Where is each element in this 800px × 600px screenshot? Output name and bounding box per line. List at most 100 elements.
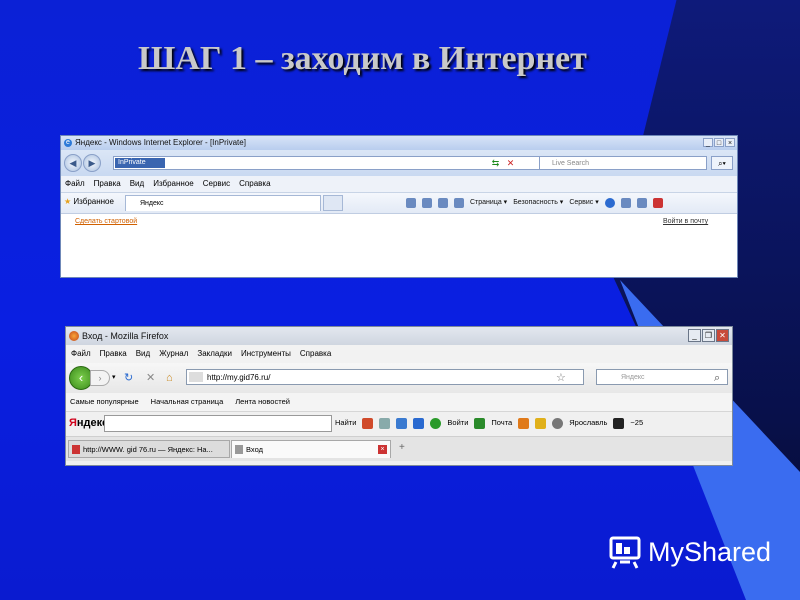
tab-login-label: Вход (246, 445, 263, 454)
ie-titlebar: e Яндекс - Windows Internet Explorer - [… (61, 136, 737, 150)
refresh-icon[interactable]: ⇆ (489, 156, 502, 170)
translate-icon[interactable] (413, 417, 425, 429)
yandex-tools: Найти Войти Почта Ярославль −25 (335, 416, 643, 430)
ff-bookmarks-toolbar: Самые популярные Начальная страница Лент… (66, 393, 732, 412)
maximize-icon[interactable]: □ (714, 138, 724, 147)
ie-menu-bar: Файл Правка Вид Избранное Сервис Справка (61, 176, 737, 193)
feeds-icon[interactable] (422, 198, 432, 208)
minimize-icon[interactable]: _ (688, 329, 701, 342)
tab-gid76[interactable]: http://WWW. gid 76.ru — Яндекс: На... (68, 440, 230, 458)
login-mail-link[interactable]: Войти в почту (663, 218, 708, 225)
close-icon[interactable]: × (725, 138, 735, 147)
ff-search-input[interactable]: Яндекс (596, 369, 728, 385)
watermark-text: MyShared (648, 536, 772, 567)
search-icon[interactable]: ⌕▾ (711, 156, 733, 170)
yandex-logo[interactable]: Яндекс (69, 417, 108, 429)
bookmark-most-visited[interactable]: Самые популярные (70, 393, 139, 411)
cmd-page[interactable]: Страница ▾ (470, 196, 507, 210)
yandex-mail-button[interactable]: Почта (491, 416, 512, 430)
menu-edit[interactable]: Правка (94, 176, 121, 192)
yandex-login-button[interactable]: Войти (447, 416, 468, 430)
bookmarks-star-icon[interactable] (535, 417, 547, 429)
menu-history[interactable]: Журнал (159, 345, 188, 363)
ff-tab-strip: http://WWW. gid 76.ru — Яндекс: На... Вх… (66, 437, 732, 461)
cmd-safety[interactable]: Безопасность ▾ (513, 196, 563, 210)
highlight-icon[interactable] (362, 417, 374, 429)
chat-icon[interactable] (379, 417, 391, 429)
check-icon[interactable] (396, 417, 408, 429)
ie-logo-icon: e (64, 139, 72, 147)
menu-view[interactable]: Вид (136, 345, 150, 363)
ff-window-title: Вход - Mozilla Firefox (82, 331, 169, 341)
ie-search-input[interactable]: Live Search (539, 156, 707, 170)
firefox-window: Вход - Mozilla Firefox _ ❐ ✕ Файл Правка… (65, 326, 733, 466)
menu-tools[interactable]: Сервис (203, 176, 230, 192)
addon-icon[interactable] (652, 198, 663, 208)
forward-icon[interactable]: ▶ (83, 154, 101, 172)
mail-icon[interactable] (474, 417, 486, 429)
ie-window-title: Яндекс - Windows Internet Explorer - [In… (75, 138, 246, 147)
help-icon[interactable] (604, 198, 615, 208)
print-icon[interactable] (454, 198, 464, 208)
history-dropdown-icon[interactable]: ▾ (112, 371, 116, 385)
menu-file[interactable]: Файл (71, 345, 91, 363)
menu-bookmarks[interactable]: Закладки (197, 345, 232, 363)
ie-tab-yandex[interactable]: Яндекс (125, 195, 321, 211)
menu-edit[interactable]: Правка (100, 345, 127, 363)
ie-page-content: Сделать стартовой Войти в почту (61, 214, 737, 277)
menu-tools[interactable]: Инструменты (241, 345, 291, 363)
yandex-find-button[interactable]: Найти (335, 416, 356, 430)
research-icon[interactable] (620, 198, 631, 208)
close-icon[interactable]: ✕ (716, 329, 729, 342)
home-icon[interactable] (406, 198, 416, 208)
bookmark-star-icon[interactable]: ☆ (556, 371, 566, 385)
menu-help[interactable]: Справка (300, 345, 331, 363)
minimize-icon[interactable]: _ (703, 138, 713, 147)
make-homepage-link[interactable]: Сделать стартовой (75, 218, 137, 225)
stop-icon[interactable]: ✕ (146, 371, 155, 385)
mail-icon[interactable] (438, 198, 448, 208)
new-tab-icon[interactable]: + (399, 442, 405, 453)
star-icon: ★ (64, 197, 72, 206)
forward-icon[interactable]: › (90, 370, 110, 386)
weather-temperature: −25 (630, 418, 644, 427)
tab-close-icon[interactable]: × (378, 445, 387, 454)
weather-city[interactable]: Ярославль (569, 416, 607, 430)
menu-file[interactable]: Файл (65, 176, 85, 192)
login-icon[interactable] (430, 417, 442, 429)
tab-favicon-icon (235, 445, 243, 454)
ff-navigation-bar: ‹ › ▾ ↻ ✕ ⌂ http://my.gid76.ru/ ☆ Яндекс… (66, 363, 732, 393)
tab-favicon-icon (72, 445, 80, 454)
ff-window-controls: _ ❐ ✕ (688, 329, 729, 342)
weather-icon (613, 417, 625, 429)
stop-icon[interactable]: ✕ (504, 156, 517, 170)
yandex-search-input[interactable] (104, 415, 332, 432)
menu-view[interactable]: Вид (130, 176, 144, 192)
bookmark-news-feed[interactable]: Лента новостей (235, 393, 290, 411)
cmd-tools[interactable]: Сервис ▾ (569, 196, 598, 210)
reload-icon[interactable]: ↻ (124, 371, 133, 385)
site-identity-icon[interactable] (189, 372, 203, 382)
translate-icon[interactable] (636, 198, 647, 208)
slide-title: ШАГ 1 – заходим в Интернет (138, 40, 587, 77)
restore-icon[interactable]: ❐ (702, 329, 715, 342)
home-icon[interactable]: ⌂ (166, 371, 173, 385)
money-icon[interactable] (518, 417, 530, 429)
new-tab-button[interactable] (323, 195, 343, 211)
myshared-watermark: MyShared (608, 534, 771, 570)
tab-login[interactable]: Вход (231, 440, 391, 458)
bookmark-start-page[interactable]: Начальная страница (151, 393, 224, 411)
tab-gid76-label: http://WWW. gid 76.ru — Яндекс: На... (83, 445, 213, 454)
ff-url-input[interactable]: http://my.gid76.ru/ (186, 369, 584, 385)
favorites-button[interactable]: ★ Избранное (64, 197, 114, 206)
ie-favorites-bar: ★ Избранное Яндекс Страница ▾ Безопаснос… (61, 193, 737, 214)
ie-address-input[interactable]: InPrivate (113, 156, 551, 170)
ie-window: e Яндекс - Windows Internet Explorer - [… (60, 135, 738, 278)
search-icon[interactable]: ⌕ (714, 371, 720, 385)
back-icon[interactable]: ◀ (64, 154, 82, 172)
firefox-logo-icon (69, 331, 79, 341)
ie-window-controls: _ □ × (703, 138, 735, 147)
menu-favorites[interactable]: Избранное (153, 176, 194, 192)
settings-gear-icon[interactable] (552, 417, 564, 429)
menu-help[interactable]: Справка (239, 176, 270, 192)
